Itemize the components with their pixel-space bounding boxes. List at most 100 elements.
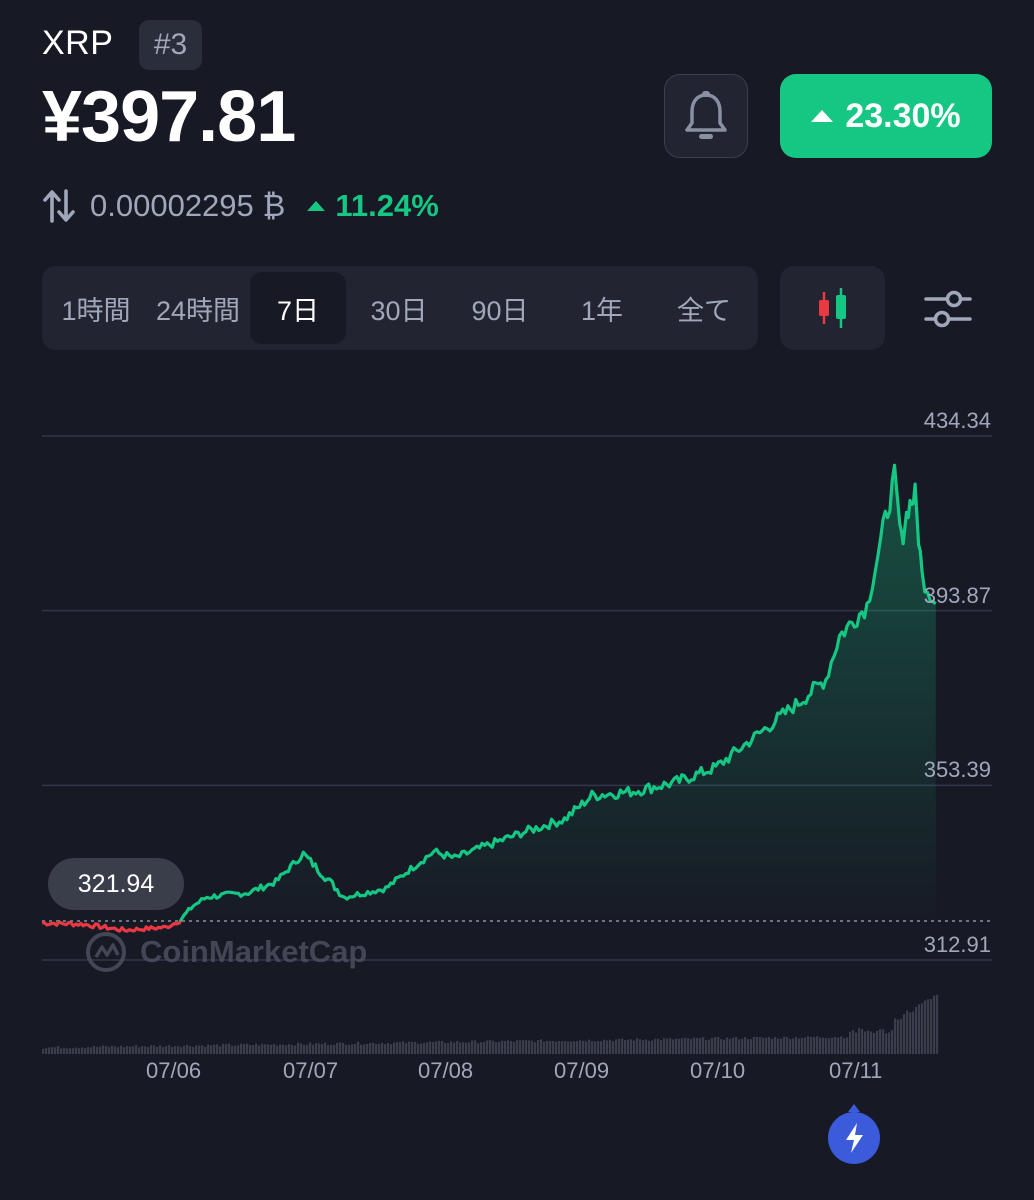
volume-bar xyxy=(579,1040,582,1054)
price-chart[interactable] xyxy=(0,380,1034,1080)
btc-price: 0.00002295 ₿ xyxy=(90,188,286,223)
volume-bar xyxy=(570,1041,573,1054)
volume-bar xyxy=(228,1043,231,1054)
volume-bar xyxy=(687,1038,690,1054)
volume-bar xyxy=(780,1038,783,1054)
volume-bar xyxy=(510,1041,513,1054)
volume-bar xyxy=(807,1036,810,1054)
tab-24h[interactable]: 24時間 xyxy=(146,266,250,350)
volume-bar xyxy=(78,1048,81,1054)
volume-bar xyxy=(933,995,936,1054)
tab-1y[interactable]: 1年 xyxy=(552,266,652,350)
volume-bar xyxy=(744,1037,747,1054)
tab-7d[interactable]: 7日 xyxy=(250,272,346,344)
volume-bar xyxy=(699,1038,702,1054)
volume-bar xyxy=(666,1038,669,1054)
volume-bar xyxy=(198,1045,201,1054)
volume-bar xyxy=(168,1045,171,1054)
volume-bar xyxy=(333,1045,336,1054)
volume-bar xyxy=(216,1044,219,1054)
volume-bar xyxy=(99,1046,102,1054)
volume-bar xyxy=(276,1045,279,1054)
volume-bar xyxy=(204,1046,207,1054)
volume-bar xyxy=(459,1042,462,1054)
volume-bar xyxy=(813,1037,816,1054)
volume-bar xyxy=(174,1046,177,1054)
volume-bar xyxy=(42,1048,45,1054)
swap-arrows-icon[interactable] xyxy=(42,188,76,224)
volume-bar xyxy=(903,1013,906,1054)
volume-bar xyxy=(636,1038,639,1054)
volume-bar xyxy=(60,1048,63,1054)
volume-bar xyxy=(777,1038,780,1054)
volume-bar xyxy=(759,1036,762,1054)
volume-bar xyxy=(873,1032,876,1054)
volume-bar xyxy=(822,1037,825,1054)
volume-bar xyxy=(75,1047,78,1054)
volume-bar xyxy=(270,1044,273,1054)
volume-bar xyxy=(246,1043,249,1054)
volume-bar xyxy=(735,1036,738,1054)
tab-1h[interactable]: 1時間 xyxy=(48,266,144,350)
volume-bar xyxy=(348,1044,351,1054)
volume-bar xyxy=(240,1043,243,1054)
x-tick-label: 07/11 xyxy=(829,1058,883,1083)
volume-bar xyxy=(447,1043,450,1054)
volume-bar xyxy=(630,1039,633,1054)
volume-bar xyxy=(657,1038,660,1054)
volume-bar xyxy=(132,1046,135,1054)
volume-bar xyxy=(678,1038,681,1054)
volume-bar xyxy=(183,1045,186,1054)
volume-bar xyxy=(186,1044,189,1054)
volume-bar xyxy=(561,1041,564,1054)
volume-bar xyxy=(606,1040,609,1054)
y-tick-label: 393.87 xyxy=(923,582,991,608)
x-tick-label: 07/06 xyxy=(146,1058,202,1083)
volume-bar xyxy=(363,1044,366,1054)
volume-bar xyxy=(567,1041,570,1054)
volume-bar xyxy=(774,1036,777,1054)
volume-bar xyxy=(207,1044,210,1054)
volume-bar xyxy=(273,1044,276,1054)
btc-change-value: 11.24% xyxy=(335,188,439,223)
tab-all[interactable]: 全て xyxy=(654,266,754,350)
quick-action-button[interactable] xyxy=(826,1104,882,1171)
price-change-badge: 23.30% xyxy=(780,74,992,158)
x-tick-label: 07/08 xyxy=(418,1058,474,1083)
volume-bar xyxy=(135,1045,138,1054)
volume-bar xyxy=(912,1011,915,1054)
volume-bar xyxy=(717,1036,720,1054)
volume-bar xyxy=(855,1032,858,1054)
rank-badge: #3 xyxy=(139,20,202,70)
candlestick-toggle-button[interactable] xyxy=(780,266,885,350)
volume-bar xyxy=(507,1040,510,1054)
up-triangle-icon xyxy=(307,201,326,211)
chart-settings-button[interactable] xyxy=(920,284,976,334)
tab-90d[interactable]: 90日 xyxy=(450,266,550,350)
x-tick-label: 07/09 xyxy=(554,1058,610,1083)
volume-bar xyxy=(306,1044,309,1054)
volume-bar xyxy=(261,1043,264,1054)
volume-bar xyxy=(720,1039,723,1054)
volume-bar xyxy=(423,1042,426,1054)
volume-bar xyxy=(918,1004,921,1054)
volume-bar xyxy=(258,1045,261,1054)
volume-bar xyxy=(702,1037,705,1054)
volume-bar xyxy=(528,1040,531,1054)
volume-bar xyxy=(123,1047,126,1054)
tab-30d[interactable]: 30日 xyxy=(350,266,448,350)
volume-bar xyxy=(876,1030,879,1054)
volume-bar xyxy=(318,1043,321,1054)
volume-bar xyxy=(117,1047,120,1054)
volume-bar xyxy=(417,1043,420,1054)
price-display: ¥397.81 xyxy=(42,77,296,157)
price-alert-button[interactable] xyxy=(664,74,748,158)
volume-bar xyxy=(399,1042,402,1054)
volume-bar xyxy=(441,1040,444,1054)
volume-bar xyxy=(414,1041,417,1054)
volume-bar xyxy=(81,1047,84,1054)
volume-bar xyxy=(129,1046,132,1054)
volume-bar xyxy=(834,1037,837,1054)
volume-bar xyxy=(420,1043,423,1054)
volume-bar xyxy=(849,1031,852,1054)
